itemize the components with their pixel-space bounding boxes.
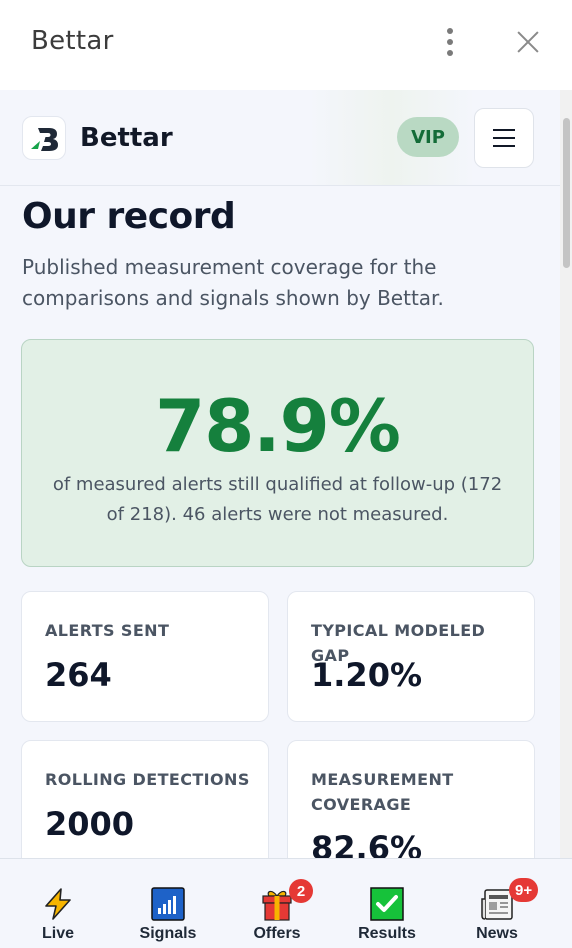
stat-card-measurement-coverage: MEASUREMENT COVERAGE 82.6%: [287, 740, 535, 858]
bottom-nav: Live Signals 2 Offers Results 9+ News: [0, 858, 572, 948]
stat-value: 82.6%: [311, 829, 423, 858]
stat-value: 2000: [45, 805, 135, 843]
vip-badge[interactable]: VIP: [397, 117, 459, 157]
stat-card-typical-gap: TYPICAL MODELED GAP 1.20%: [287, 591, 535, 722]
nav-label: Live: [41, 925, 74, 942]
offers-badge: 2: [289, 879, 313, 903]
checkmark-icon: [370, 887, 404, 921]
news-badge: 9+: [509, 878, 539, 902]
hero-caption: of measured alerts still qualified at fo…: [52, 474, 503, 525]
nav-label: Offers: [253, 925, 301, 942]
stat-label: ROLLING DETECTIONS: [45, 770, 250, 789]
nav-signals[interactable]: Signals: [113, 859, 223, 948]
stat-value: 264: [45, 656, 112, 694]
nav-label: Signals: [139, 925, 197, 942]
stat-label: MEASUREMENT COVERAGE: [311, 770, 454, 814]
nav-results[interactable]: Results: [332, 859, 442, 948]
scrollbar-thumb[interactable]: [563, 118, 570, 268]
stat-card-rolling-detections: ROLLING DETECTIONS 2000: [21, 740, 269, 858]
nav-label: News: [476, 925, 518, 942]
lightning-icon: [45, 888, 71, 920]
brand-name: Bettar: [80, 123, 173, 153]
more-options-icon[interactable]: [440, 28, 460, 56]
window-header: Bettar: [0, 0, 572, 90]
scrollbar[interactable]: [560, 90, 572, 858]
hero-percentage: 78.9%: [155, 384, 401, 468]
window-title: Bettar: [31, 26, 114, 56]
hamburger-menu-button[interactable]: [474, 108, 534, 168]
close-icon[interactable]: [514, 28, 542, 56]
stat-card-alerts-sent: ALERTS SENT 264: [21, 591, 269, 722]
bettar-logo[interactable]: [22, 116, 66, 160]
nav-live[interactable]: Live: [3, 859, 113, 948]
signal-bars-icon: [151, 887, 185, 921]
page-subtitle: Published measurement coverage for the c…: [22, 255, 444, 310]
hero-stat-card: 78.9% of measured alerts still qualified…: [21, 339, 534, 567]
nav-news[interactable]: 9+ News: [442, 859, 552, 948]
app-viewport: Bettar VIP Our record Published measurem…: [0, 90, 560, 858]
nav-offers[interactable]: 2 Offers: [222, 859, 332, 948]
nav-label: Results: [358, 925, 416, 942]
page-title: Our record: [22, 196, 236, 237]
stat-label: ALERTS SENT: [45, 621, 170, 640]
stat-value: 1.20%: [311, 656, 423, 694]
app-header: Bettar VIP: [0, 90, 560, 186]
